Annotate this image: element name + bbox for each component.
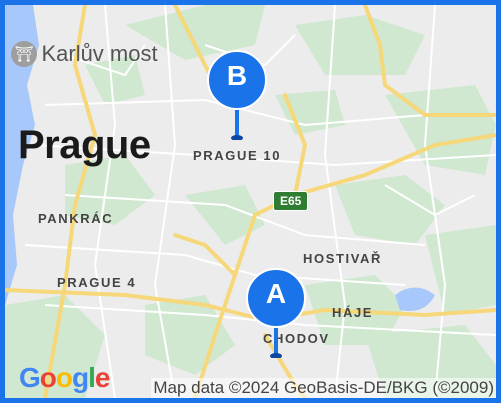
logo-letter: o: [55, 362, 73, 393]
poi-label: Karlův most: [41, 41, 158, 66]
marker-a-letter: A: [265, 278, 287, 309]
map-canvas[interactable]: ⛩ Karlův most Prague PRAGUE 10 PANKRÁC H…: [5, 5, 496, 398]
logo-letter: g: [72, 362, 89, 393]
landmark-icon: ⛩: [11, 41, 37, 67]
marker-a[interactable]: A: [244, 268, 308, 358]
map-attribution[interactable]: Map data ©2024 GeoBasis-DE/BKG (©2009): [151, 378, 496, 398]
logo-letter: e: [94, 362, 111, 393]
road-shield-e65: E65: [273, 191, 309, 211]
marker-b[interactable]: B: [205, 50, 269, 140]
google-logo: Google: [19, 362, 111, 394]
city-label: Prague: [18, 123, 151, 167]
logo-letter: o: [39, 362, 57, 393]
marker-b-letter: B: [226, 60, 248, 91]
district-label-prague4: PRAGUE 4: [57, 275, 137, 290]
poi-karluv-most[interactable]: ⛩ Karlův most: [11, 41, 158, 67]
district-label-haje: HÁJE: [332, 305, 374, 320]
district-label-hostivar: HOSTIVAŘ: [303, 251, 383, 266]
district-label-pankrac: PANKRÁC: [38, 211, 114, 226]
logo-letter: G: [19, 362, 41, 393]
map-frame: ⛩ Karlův most Prague PRAGUE 10 PANKRÁC H…: [0, 0, 501, 403]
district-label-prague10: PRAGUE 10: [193, 148, 282, 163]
logo-letter: l: [88, 362, 96, 393]
